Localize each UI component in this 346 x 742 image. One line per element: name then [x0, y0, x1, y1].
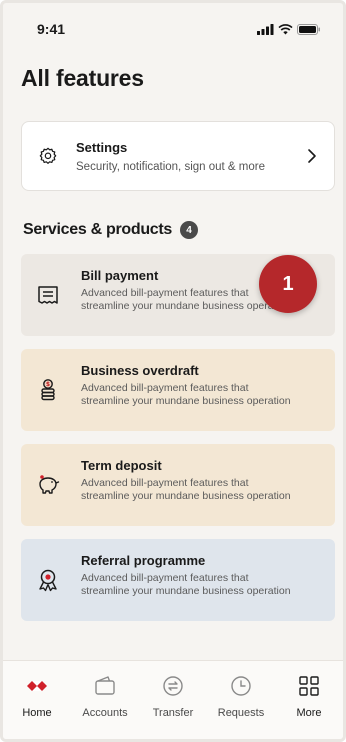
tab-requests[interactable]: Requests: [211, 673, 271, 739]
page-title: All features: [21, 65, 144, 91]
settings-subtitle: Security, notification, sign out & more: [76, 160, 265, 173]
clock-icon: [231, 676, 251, 696]
service-description-line1: Advanced bill-payment features that: [81, 382, 249, 394]
grid-icon: [299, 676, 319, 696]
bill-icon: [38, 286, 58, 304]
tab-transfer[interactable]: Transfer: [143, 673, 203, 739]
settings-card[interactable]: Settings Security, notification, sign ou…: [21, 121, 335, 191]
piggy-bank-icon: [39, 475, 60, 494]
section-title: Services & products: [23, 221, 173, 238]
wallet-icon: [95, 676, 115, 695]
onboarding-hint-marker[interactable]: 1: [259, 255, 317, 313]
hsbc-logo-icon: [27, 681, 47, 691]
count-badge: 4: [180, 221, 199, 239]
tab-home[interactable]: Home: [7, 673, 67, 739]
tab-label: Requests: [217, 707, 265, 719]
tab-label: Home: [22, 707, 52, 719]
svg-text:$: $: [46, 381, 50, 388]
tab-label: More: [296, 707, 322, 719]
status-bar: 9:41: [3, 3, 343, 55]
service-name: Business overdraft: [81, 363, 199, 378]
app-screen: 9:41 All features Settings Security, not…: [0, 0, 346, 742]
service-name: Referral programme: [81, 553, 206, 568]
status-time: 9:41: [37, 21, 66, 37]
services-section-header: Services & products 4: [23, 221, 199, 239]
tab-label: Accounts: [82, 707, 128, 719]
service-description-line1: Advanced bill-payment features that: [81, 572, 249, 584]
award-icon: [39, 569, 57, 592]
wifi-icon: [278, 23, 293, 34]
tab-accounts[interactable]: Accounts: [75, 673, 135, 739]
service-description-line2: streamline your mundane business operati…: [81, 395, 291, 407]
coin-stack-icon: $: [41, 379, 55, 401]
service-description-line2: streamline your mundane business operati…: [81, 300, 291, 312]
service-name: Term deposit: [81, 458, 162, 473]
service-referral-programme[interactable]: Referral programme Advanced bill-payment…: [21, 539, 335, 621]
service-description-line2: streamline your mundane business operati…: [81, 490, 291, 502]
status-icons: [257, 23, 321, 35]
tab-label: Transfer: [152, 707, 194, 719]
tab-more[interactable]: More: [279, 673, 339, 739]
bottom-tab-bar: Home Accounts Transfer Requests More: [3, 660, 343, 739]
battery-icon: [297, 23, 320, 35]
service-description-line2: streamline your mundane business operati…: [81, 585, 291, 597]
gear-icon: [39, 147, 57, 164]
chevron-right-icon: [308, 149, 316, 163]
transfer-icon: [163, 676, 183, 696]
settings-title: Settings: [76, 139, 128, 155]
signal-icon: [257, 23, 274, 35]
service-business-overdraft[interactable]: $ Business overdraft Advanced bill-payme…: [21, 349, 335, 431]
service-description-line1: Advanced bill-payment features that: [81, 477, 249, 489]
service-term-deposit[interactable]: Term deposit Advanced bill-payment featu…: [21, 444, 335, 526]
